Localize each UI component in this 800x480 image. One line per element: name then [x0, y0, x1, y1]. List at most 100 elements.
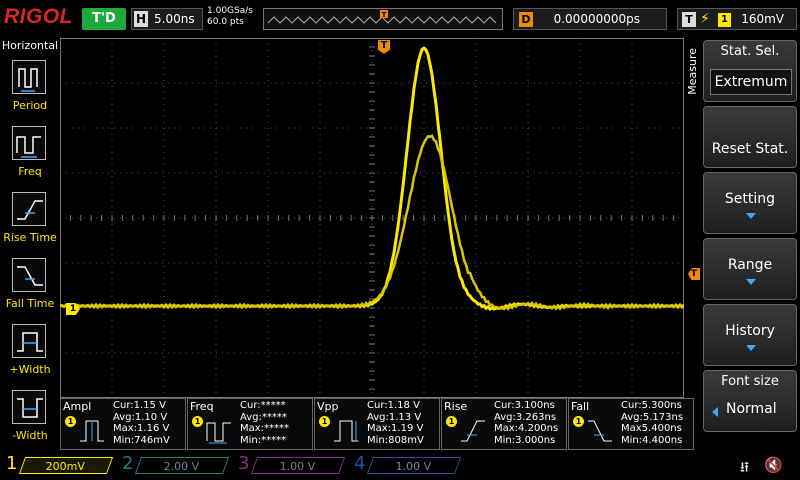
- measure-softkey-menu: Stat. Sel. Extremum Reset Stat. Setting …: [700, 38, 800, 450]
- svg-text:T: T: [382, 11, 387, 19]
- font-size-label: Font size: [721, 374, 779, 389]
- measurement-cur: Cur:1.15 V: [113, 400, 166, 411]
- measurement-max: Max:1.16 V: [113, 423, 170, 434]
- channel-scale: 200mV: [18, 457, 114, 474]
- freq-icon: [12, 126, 46, 160]
- history-label: History: [725, 323, 775, 339]
- channel-chip: 1: [192, 416, 203, 427]
- measurement-min: Min:3.000ns: [494, 434, 556, 446]
- measurement-name: Freq: [190, 400, 214, 413]
- channel-4-box[interactable]: 4 1.00 V: [348, 453, 462, 478]
- trigger-level: 160mV: [741, 12, 784, 26]
- measurement-min: Min:4.400ns: [621, 434, 683, 446]
- rising-edge-icon: ⚡: [700, 11, 710, 27]
- measure-rise-time-button[interactable]: Rise Time: [0, 186, 60, 250]
- measurement-cur: Cur:3.100ns: [494, 400, 555, 411]
- timebase-display[interactable]: H 5.00ns: [131, 8, 203, 30]
- channel-chip: 1: [319, 416, 330, 427]
- amplitude-icon: [80, 420, 104, 442]
- ch1-trace-persist: [59, 134, 685, 311]
- trigger-label: T: [682, 12, 696, 27]
- channel-bar: 1 200mV 2 2.00 V 3 1.00 V 4 1.00 V ⭿ 🔇: [0, 451, 800, 480]
- measurement-freq[interactable]: Freq 1 Cur:***** Avg:***** Max:***** Min…: [187, 398, 313, 450]
- channel-1-box[interactable]: 1 200mV: [0, 453, 114, 478]
- reset-stat-button[interactable]: Reset Stat.: [703, 106, 797, 168]
- reset-stat-label: Reset Stat.: [711, 141, 789, 157]
- trigger-status-badge: T'D: [82, 8, 126, 30]
- sample-rate: 1.00GSa/s: [207, 6, 253, 16]
- measurement-cur: Cur:*****: [240, 400, 286, 411]
- measurement-avg: Avg:1.13 V: [367, 411, 422, 423]
- delay-label: D: [519, 12, 533, 27]
- measurement-vpp[interactable]: Vpp 1 Cur:1.18 V Avg:1.13 V Max:1.19 V M…: [314, 398, 440, 450]
- setting-label: Setting: [724, 191, 776, 207]
- channel-chip: 1: [446, 416, 457, 427]
- memory-points: 60.0 pts: [207, 17, 244, 27]
- chevron-down-icon: [746, 345, 756, 351]
- waveform-grid: [59, 37, 686, 399]
- chevron-down-icon: [746, 213, 756, 219]
- chevron-down-icon: [746, 279, 756, 285]
- trigger-source: 1: [718, 13, 731, 27]
- channel-number: 4: [354, 453, 366, 474]
- vpp-icon: [334, 420, 358, 442]
- measurement-max: Max:*****: [240, 423, 290, 434]
- channel-scale: 1.00 V: [250, 457, 346, 474]
- range-button[interactable]: Range: [703, 238, 797, 300]
- setting-button[interactable]: Setting: [703, 172, 797, 234]
- fall-time-label: Fall Time: [5, 297, 55, 310]
- measurement-ampl[interactable]: Ampl 1 Cur:1.15 V Avg:1.10 V Max:1.16 V …: [60, 398, 186, 450]
- delay-display[interactable]: D 0.00000000ps: [513, 8, 667, 30]
- measurement-name: Fall: [571, 400, 590, 413]
- measure-period-button[interactable]: Period: [0, 54, 60, 118]
- usb-icon: ⭿: [740, 460, 750, 476]
- channel-2-box[interactable]: 2 2.00 V: [116, 453, 230, 478]
- trigger-level-marker[interactable]: T: [688, 268, 700, 280]
- channel-number: 2: [122, 453, 134, 474]
- speaker-muted-icon[interactable]: 🔇: [764, 456, 783, 474]
- measure-positive-width-button[interactable]: +Width: [0, 318, 60, 382]
- measurement-min: Min:*****: [240, 434, 287, 446]
- measurement-min: Min:746mV: [113, 434, 170, 446]
- measurement-avg: Avg:*****: [240, 411, 287, 423]
- positive-width-label: +Width: [9, 363, 51, 376]
- trigger-display[interactable]: T ⚡ 1 160mV: [677, 8, 797, 30]
- measure-freq-button[interactable]: Freq: [0, 120, 60, 184]
- range-label: Range: [727, 257, 773, 273]
- rise-time-icon: [12, 192, 46, 226]
- measurement-avg: Avg:5.173ns: [621, 411, 684, 423]
- channel-3-box[interactable]: 3 1.00 V: [232, 453, 346, 478]
- negative-width-label: -Width: [12, 429, 48, 442]
- memory-depth-bar: T: [263, 8, 503, 30]
- measurement-min: Min:808mV: [367, 434, 424, 446]
- freq-label: Freq: [18, 165, 42, 178]
- waveform-screen: [59, 37, 686, 399]
- fall-time-icon: [588, 420, 612, 442]
- measurement-avg: Avg:3.263ns: [494, 411, 557, 423]
- timebase-label: H: [134, 11, 148, 27]
- sample-info: 1.00GSa/s 60.0 pts: [207, 6, 253, 28]
- channel-number: 1: [6, 453, 18, 474]
- measurement-max: Max5.400ns: [621, 423, 682, 434]
- brand-logo: RIGOL: [4, 5, 73, 28]
- stat-sel-label: Stat. Sel.: [720, 44, 780, 59]
- period-icon: [12, 60, 46, 94]
- measurement-rise[interactable]: Rise 1 Cur:3.100ns Avg:3.263ns Max:4.200…: [441, 398, 567, 450]
- chevron-left-icon: [712, 407, 718, 417]
- measure-negative-width-button[interactable]: -Width: [0, 384, 60, 448]
- history-button[interactable]: History: [703, 304, 797, 366]
- measure-fall-time-button[interactable]: Fall Time: [0, 252, 60, 316]
- channel-chip: 1: [573, 416, 584, 427]
- measurement-name: Rise: [444, 400, 468, 413]
- measurement-fall[interactable]: Fall 1 Cur:5.300ns Avg:5.173ns Max5.400n…: [568, 398, 694, 450]
- channel-chip: 1: [65, 416, 76, 427]
- menu-title: Horizontal: [1, 39, 59, 52]
- negative-width-icon: [12, 390, 46, 424]
- font-size-button[interactable]: Font size Normal: [703, 370, 797, 432]
- memory-waveform-icon: T: [267, 10, 497, 24]
- stat-sel-button[interactable]: Stat. Sel. Extremum: [703, 40, 797, 102]
- rise-time-icon: [461, 420, 485, 442]
- measurement-name: Vpp: [317, 400, 339, 413]
- measurement-cur: Cur:5.300ns: [621, 400, 682, 411]
- measure-menu-title: Measure: [686, 48, 699, 95]
